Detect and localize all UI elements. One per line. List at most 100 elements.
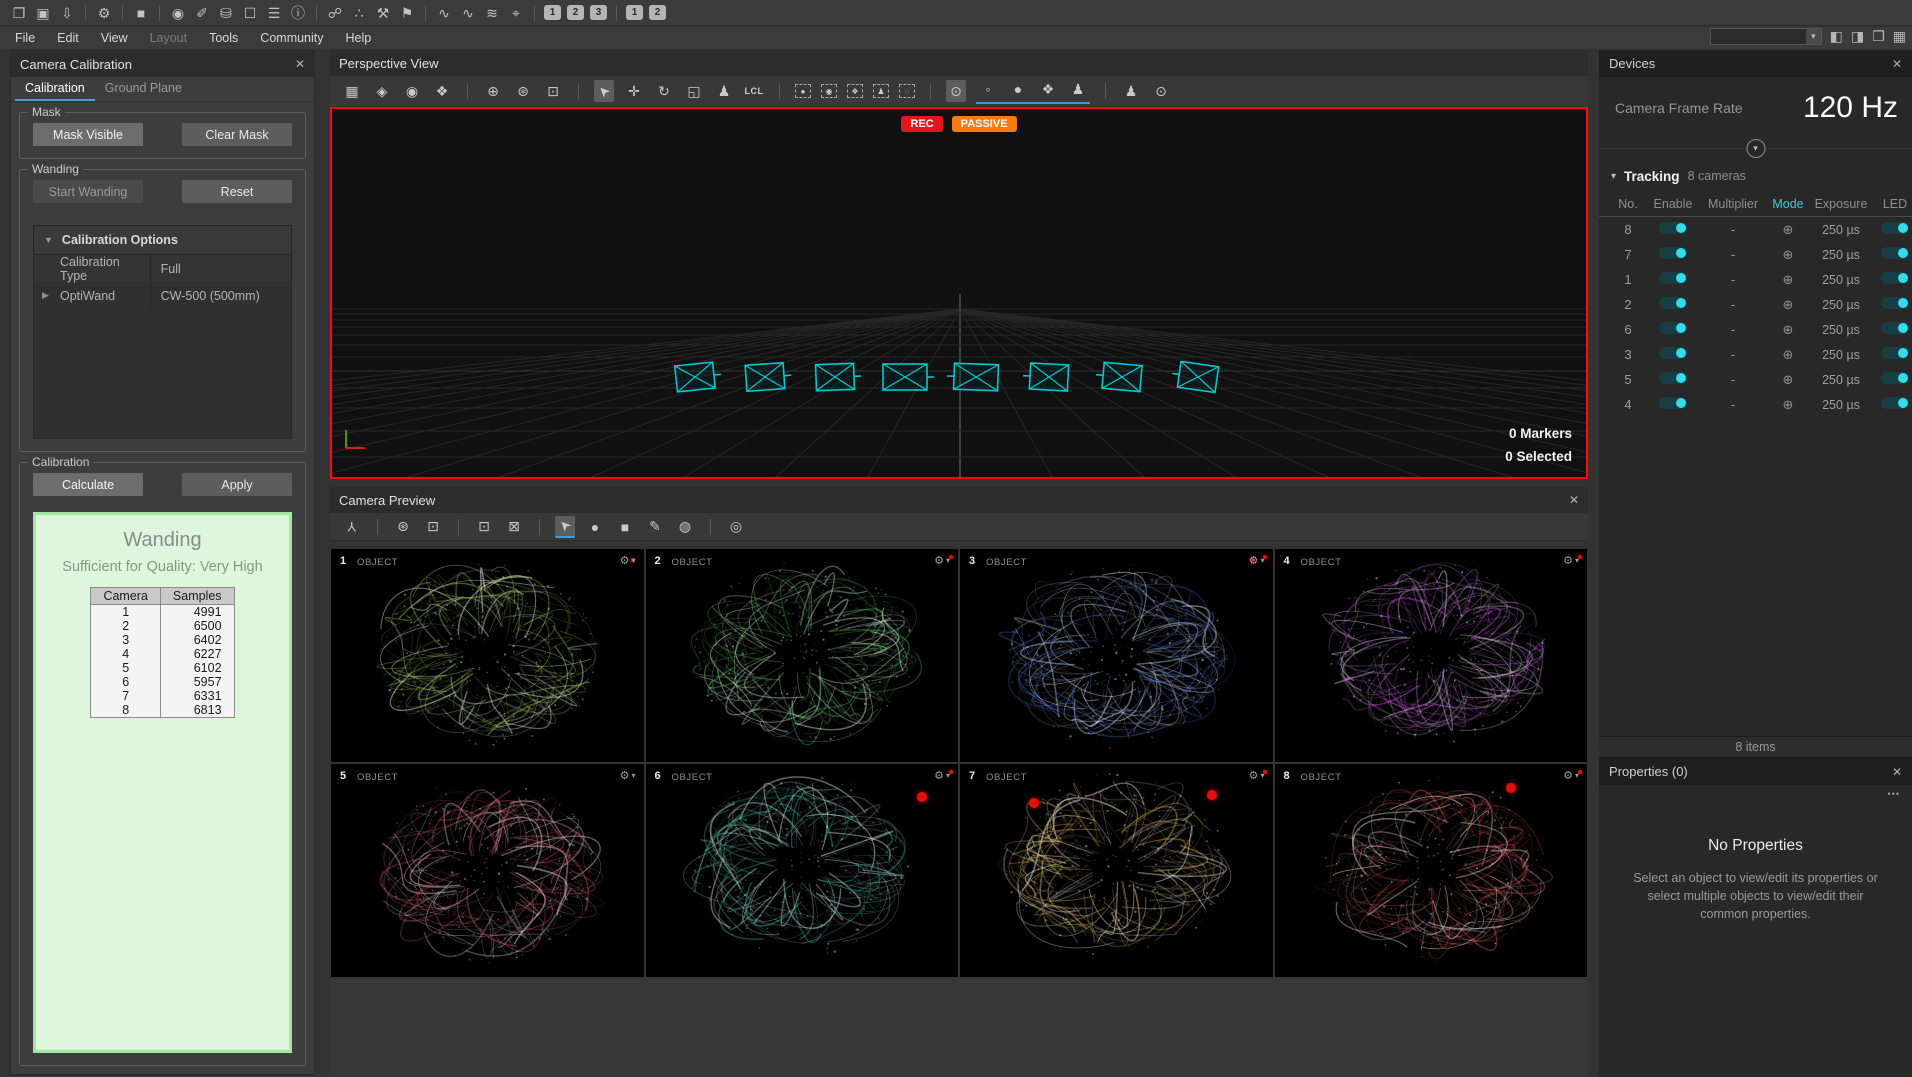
chevron-down-icon[interactable]: ▾ bbox=[1611, 171, 1616, 182]
led-toggle[interactable] bbox=[1881, 397, 1909, 409]
exposure-value[interactable]: 250 µs bbox=[1809, 323, 1873, 337]
calculate-button[interactable]: Calculate bbox=[33, 473, 143, 496]
close-icon[interactable]: ✕ bbox=[295, 57, 305, 71]
menu-view[interactable]: View bbox=[90, 29, 139, 47]
cell-settings-button[interactable]: ⚙▾ bbox=[620, 554, 636, 567]
enable-toggle[interactable] bbox=[1659, 322, 1687, 334]
marker-label-view-icon[interactable]: ⊙ bbox=[1151, 80, 1171, 102]
camera-row[interactable]: 8-⊕250 µs bbox=[1599, 217, 1912, 242]
led-toggle[interactable] bbox=[1881, 247, 1909, 259]
enable-toggle[interactable] bbox=[1659, 222, 1687, 234]
cell-settings-button[interactable]: ⚙▾ bbox=[1563, 554, 1579, 567]
toggle-mask-icon[interactable]: ◍ bbox=[675, 516, 695, 538]
select-skeletons-icon[interactable]: ♟ bbox=[873, 84, 889, 98]
rotate-icon[interactable]: ↻ bbox=[654, 80, 674, 102]
camera-preview-cell-1[interactable]: 1OBJECT⚙▾ bbox=[331, 549, 644, 762]
expander-open-icon[interactable]: ▼ bbox=[44, 235, 53, 245]
option-value[interactable]: CW-500 (500mm) bbox=[150, 282, 291, 309]
enable-toggle[interactable] bbox=[1659, 297, 1687, 309]
zoom-region-icon[interactable]: ⊡ bbox=[423, 516, 443, 538]
camera-row[interactable]: 1-⊕250 µs bbox=[1599, 267, 1912, 292]
enable-toggle[interactable] bbox=[1659, 397, 1687, 409]
led-toggle[interactable] bbox=[1881, 347, 1909, 359]
camera-row[interactable]: 4-⊕250 µs bbox=[1599, 392, 1912, 417]
mask-visible-button[interactable]: Mask Visible bbox=[33, 123, 143, 146]
follow-icon[interactable]: ♟ bbox=[714, 80, 734, 102]
viewport-layout-2-button[interactable]: 2 bbox=[567, 5, 584, 20]
led-toggle[interactable] bbox=[1881, 297, 1909, 309]
info-icon[interactable]: ⓘ bbox=[287, 3, 309, 23]
tracking-section-header[interactable]: ▾ Tracking 8 cameras bbox=[1599, 161, 1912, 191]
zoom-selected-icon[interactable]: ⊛ bbox=[393, 516, 413, 538]
camera-row[interactable]: 3-⊕250 µs bbox=[1599, 342, 1912, 367]
menu-edit[interactable]: Edit bbox=[46, 29, 90, 47]
exposure-value[interactable]: 250 µs bbox=[1809, 398, 1873, 412]
scale-icon[interactable]: ◱ bbox=[684, 80, 704, 102]
option-row-optiwand[interactable]: ▶ OptiWand CW-500 (500mm) bbox=[34, 282, 291, 309]
settings-icon[interactable]: ⚙ bbox=[93, 3, 115, 23]
menu-tools[interactable]: Tools bbox=[198, 29, 249, 47]
menu-community[interactable]: Community bbox=[249, 29, 334, 47]
start-wanding-button[interactable]: Start Wanding bbox=[33, 180, 143, 203]
data-management-icon[interactable]: ☰ bbox=[263, 3, 285, 23]
block-markers-icon[interactable]: ⊠ bbox=[504, 516, 524, 538]
quick-label-combobox[interactable]: ▾ bbox=[1710, 28, 1822, 45]
camera-row[interactable]: 2-⊕250 µs bbox=[1599, 292, 1912, 317]
layout-panel-icon[interactable]: ■ bbox=[130, 3, 152, 23]
select-unlabeled-icon[interactable]: ◌ bbox=[899, 84, 915, 98]
antenna-icon[interactable]: ⌖ bbox=[505, 3, 527, 23]
zoom-selected-icon[interactable]: ⊛ bbox=[513, 80, 533, 102]
labels-icon[interactable]: ⚑ bbox=[396, 3, 418, 23]
open-project-icon[interactable]: ❐ bbox=[8, 3, 30, 23]
person-view-icon[interactable]: ♟ bbox=[1121, 80, 1141, 102]
mode-icon[interactable]: ⊕ bbox=[1767, 247, 1809, 263]
led-toggle[interactable] bbox=[1881, 372, 1909, 384]
skeleton-visibility-icon[interactable]: ♟ bbox=[1068, 78, 1088, 100]
save-as-icon[interactable]: ⇩ bbox=[56, 3, 78, 23]
apply-button[interactable]: Apply bbox=[182, 473, 292, 496]
chevron-down-icon[interactable]: ▾ bbox=[1806, 29, 1821, 44]
calibration-options-header[interactable]: ▼ Calibration Options bbox=[34, 226, 291, 255]
mode-icon[interactable]: ⊕ bbox=[1767, 222, 1809, 238]
camera-view-icon[interactable]: ◉ bbox=[402, 80, 422, 102]
local-coords-button[interactable]: LCL bbox=[744, 80, 764, 102]
tab-ground-plane[interactable]: Ground Plane bbox=[95, 77, 192, 101]
cell-settings-button[interactable]: ⚙▾ bbox=[620, 769, 636, 782]
camera-preview-cell-6[interactable]: 6OBJECT⚙▾ bbox=[646, 764, 959, 977]
cube-view-icon[interactable]: ◈ bbox=[372, 80, 392, 102]
enable-toggle[interactable] bbox=[1659, 272, 1687, 284]
select-cameras-icon[interactable]: ◉ bbox=[821, 84, 837, 98]
zoom-fit-icon[interactable]: ⊕ bbox=[483, 80, 503, 102]
layout-grid-icon[interactable]: ▦ bbox=[1893, 28, 1906, 45]
expand-circle-button[interactable]: ▾ bbox=[1746, 139, 1765, 158]
camera-record-icon[interactable]: ◉ bbox=[167, 3, 189, 23]
enable-toggle[interactable] bbox=[1659, 347, 1687, 359]
show-markers-icon[interactable]: ⊡ bbox=[474, 516, 494, 538]
menu-help[interactable]: Help bbox=[335, 29, 383, 47]
camera-row[interactable]: 5-⊕250 µs bbox=[1599, 367, 1912, 392]
frame-rate-value[interactable]: 120 Hz bbox=[1803, 91, 1898, 125]
expander-closed-icon[interactable]: ▶ bbox=[42, 290, 52, 301]
led-toggle[interactable] bbox=[1881, 322, 1909, 334]
assets-icon[interactable]: ❖ bbox=[432, 80, 452, 102]
mode-icon[interactable]: ⊕ bbox=[1767, 347, 1809, 363]
marker-set-icon[interactable]: ∴ bbox=[348, 3, 370, 23]
perspective-viewport[interactable]: REC PASSIVE 0 Markers 0 Selected bbox=[330, 107, 1588, 479]
graph-pane-1-icon[interactable]: ∿ bbox=[433, 3, 455, 23]
archive-icon[interactable]: ☐ bbox=[239, 3, 261, 23]
cell-settings-button[interactable]: ⚙▾ bbox=[934, 554, 950, 567]
camera-visibility-icon[interactable]: ● bbox=[1008, 78, 1028, 100]
enable-toggle[interactable] bbox=[1659, 247, 1687, 259]
exposure-value[interactable]: 250 µs bbox=[1809, 298, 1873, 312]
camera-row[interactable]: 7-⊕250 µs bbox=[1599, 242, 1912, 267]
camera-preview-cell-5[interactable]: 5OBJECT⚙▾ bbox=[331, 764, 644, 977]
mode-icon[interactable]: ⊕ bbox=[1767, 397, 1809, 413]
dock-left-icon[interactable]: ◧ bbox=[1830, 28, 1843, 45]
calibration-wand-icon[interactable]: ✐ bbox=[191, 3, 213, 23]
asset-visibility-icon[interactable]: ❖ bbox=[1038, 78, 1058, 100]
rigid-body-icon[interactable]: ☍ bbox=[324, 3, 346, 23]
cell-settings-button[interactable]: ⚙▾ bbox=[1563, 769, 1579, 782]
select-cursor-icon[interactable]: ➤ bbox=[594, 80, 614, 102]
tab-calibration[interactable]: Calibration bbox=[15, 77, 95, 101]
data-streams-icon[interactable]: ⛁ bbox=[215, 3, 237, 23]
